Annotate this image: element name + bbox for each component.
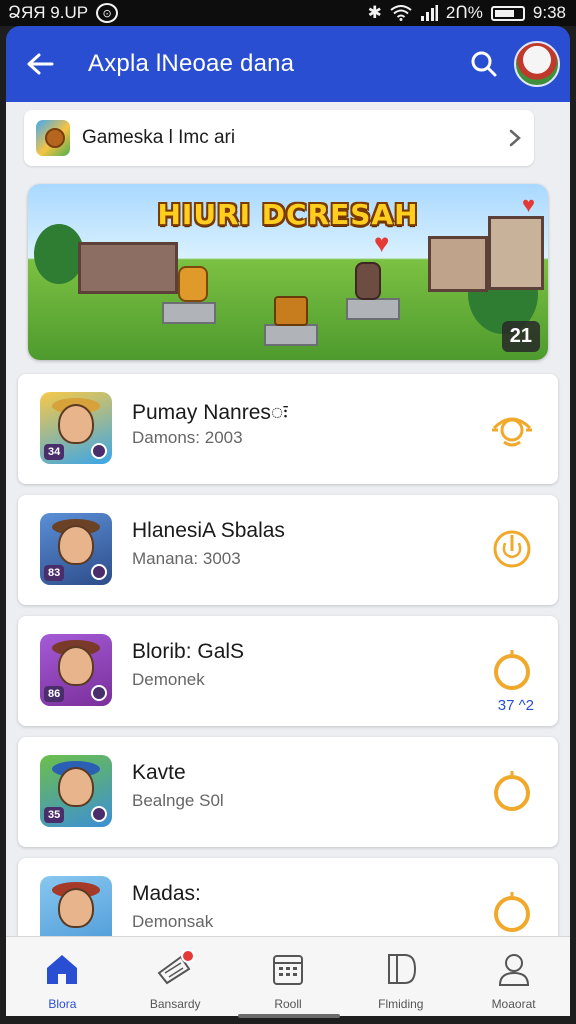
game-name: Madas: <box>132 882 201 905</box>
game-subtitle: Demonsak <box>132 912 214 931</box>
nav-label: Moaorat <box>491 997 536 1011</box>
game-card[interactable]: Madas: Demonsak <box>18 858 558 936</box>
tree-decoration <box>34 224 84 284</box>
banner-title: HIURI DCRESAH <box>157 198 419 231</box>
eye-ring-icon <box>490 408 534 453</box>
notification-icon: ⊙ <box>96 3 119 23</box>
level-badge: 86 <box>44 686 65 702</box>
game-subtitle: Bealnge S0l <box>132 791 224 810</box>
main-content: Gameska l Imc ari HIURI DCRESAH ♥ ♥ 21 3… <box>6 102 570 936</box>
store-icon <box>36 120 70 156</box>
hero-character <box>355 262 381 300</box>
game-subtitle: Damons: 2003 <box>132 428 243 447</box>
heart-icon: ♥ <box>522 192 536 217</box>
ticket-icon <box>155 949 196 989</box>
banner-counter: 21 <box>501 321 540 352</box>
level-badge: 83 <box>44 565 65 581</box>
game-icon: 35 <box>40 755 112 827</box>
game-face-decoration <box>58 404 94 444</box>
game-card[interactable]: 34 Pumay Nanresः Damons: 2003 <box>18 374 558 484</box>
battery-icon <box>490 5 525 21</box>
game-name: Pumay Nanresः <box>132 401 288 424</box>
level-badge: 35 <box>44 807 65 823</box>
nav-label: Flmiding <box>378 997 424 1011</box>
status-bar: ՁЯЯ 9.UP ⊙ ✱ 2Ո% 9:38 <box>0 0 576 26</box>
heart-icon: ♥ <box>374 228 390 258</box>
game-icon: 34 <box>40 392 112 464</box>
calendar-icon <box>268 949 308 989</box>
game-name: Kavte <box>132 761 186 784</box>
page-title: Axpla lNeoae dana <box>88 50 295 77</box>
game-icon: 86 <box>40 634 112 706</box>
pedestal <box>264 324 318 346</box>
house-decoration <box>78 242 178 294</box>
nav-label: Bansardy <box>149 997 201 1011</box>
game-name: HlanesiA Sbalas <box>132 519 285 542</box>
game-action-button[interactable] <box>490 890 534 937</box>
game-subtitle: Manana: 3003 <box>132 549 241 568</box>
game-face-decoration <box>58 767 94 807</box>
store-row[interactable]: Gameska l Imc ari <box>24 110 534 166</box>
wifi-icon <box>390 5 412 21</box>
badge-icon <box>91 806 107 822</box>
game-card[interactable]: 83 HlanesiA Sbalas Manana: 3003 <box>18 495 558 605</box>
app-bar: Axpla lNeoae dana <box>6 26 570 102</box>
game-subtitle: Demonek <box>132 670 205 689</box>
game-card[interactable]: 35 Kavte Bealnge S0l <box>18 737 558 847</box>
game-face-decoration <box>58 525 94 565</box>
nav-label: Rooll <box>274 997 302 1011</box>
home-icon <box>42 949 82 989</box>
back-button[interactable] <box>22 46 58 82</box>
store-label: Gameska l Imc ari <box>82 127 236 148</box>
signal-icon <box>420 5 438 21</box>
nav-item[interactable]: Rooll <box>232 937 345 1016</box>
game-action-button[interactable] <box>490 408 534 452</box>
nav-item[interactable]: Bansardy <box>119 937 232 1016</box>
back-arrow-icon <box>27 53 54 75</box>
level-badge: 34 <box>44 444 65 460</box>
search-button[interactable] <box>464 44 504 84</box>
game-name: Blorib: GalS <box>132 640 245 663</box>
game-icon: 83 <box>40 513 112 585</box>
pedestal <box>162 302 216 324</box>
game-action-button[interactable] <box>490 648 534 697</box>
avatar[interactable] <box>514 41 560 87</box>
status-time: 9:38 <box>532 3 566 22</box>
nav-item[interactable]: Moaorat <box>457 937 570 1016</box>
badge-icon <box>91 443 107 459</box>
ring-icon <box>490 890 534 937</box>
house-decoration <box>428 236 488 292</box>
pedestal <box>346 298 400 320</box>
hero-character <box>178 266 208 302</box>
chevron-right-icon <box>509 129 521 147</box>
game-card[interactable]: 86 Blorib: GalS Demonek 37 ^2 <box>18 616 558 726</box>
status-left-text: ՁЯЯ 9.UP <box>8 3 89 22</box>
badge-icon <box>91 564 107 580</box>
home-indicator <box>238 1014 340 1018</box>
game-action-button[interactable] <box>490 769 534 818</box>
book-icon <box>381 949 421 989</box>
game-icon <box>40 876 112 936</box>
profile-icon <box>494 949 534 989</box>
battery-percent: 2Ո% <box>445 3 483 22</box>
game-face-decoration <box>58 646 94 686</box>
featured-banner[interactable]: HIURI DCRESAH ♥ ♥ 21 <box>28 184 548 360</box>
game-face-decoration <box>58 888 94 928</box>
search-icon <box>471 51 497 77</box>
game-extra-count: 37 ^2 <box>497 697 534 714</box>
bluetooth-icon: ✱ <box>367 3 382 22</box>
ring-icon <box>490 648 534 697</box>
nav-label: Blora <box>48 997 77 1011</box>
badge-icon <box>91 685 107 701</box>
ring-icon <box>490 769 534 818</box>
bottom-nav: Blora Bansardy Rooll Flmiding Moaorat <box>6 936 570 1016</box>
nav-item[interactable]: Flmiding <box>344 937 457 1016</box>
treasure-chest <box>274 296 308 326</box>
nav-item[interactable]: Blora <box>6 937 119 1016</box>
game-action-button[interactable] <box>490 529 534 573</box>
power-ring-icon <box>490 527 534 576</box>
